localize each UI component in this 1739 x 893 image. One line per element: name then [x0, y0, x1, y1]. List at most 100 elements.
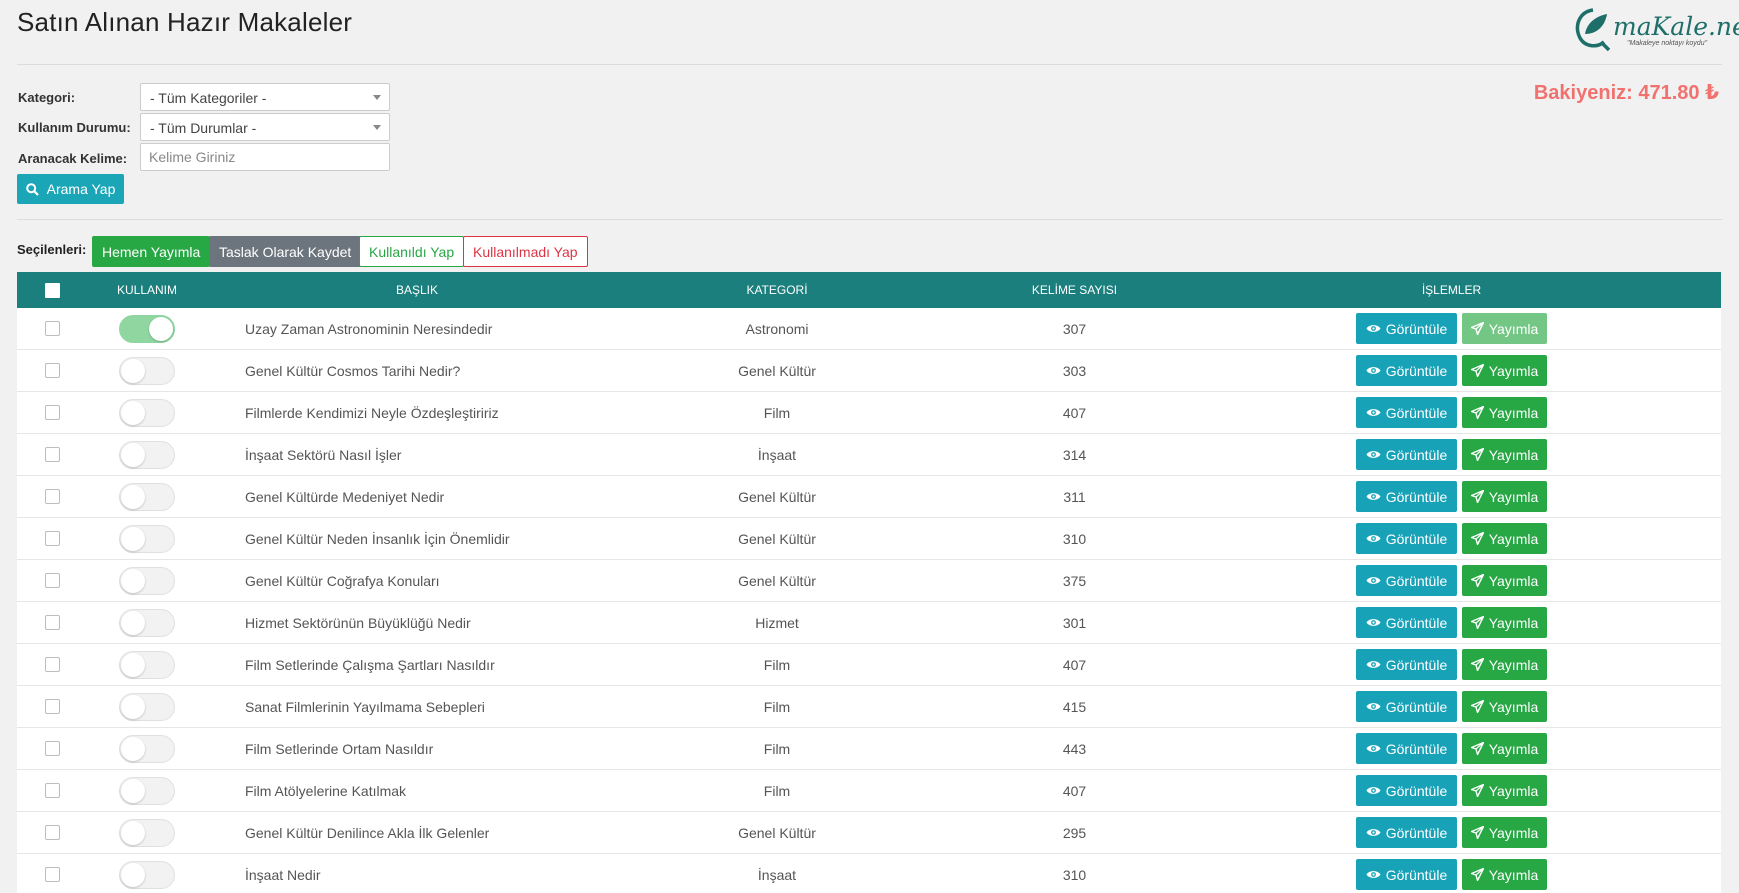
page-title: Satın Alınan Hazır Makaleler	[17, 7, 353, 37]
view-button[interactable]: Görüntüle	[1356, 649, 1457, 680]
publish-button-label: Yayımla	[1488, 446, 1539, 463]
view-button-label: Görüntüle	[1385, 866, 1448, 883]
row-checkbox[interactable]	[44, 447, 60, 462]
chevron-down-icon	[373, 125, 381, 130]
article-category: Astronomi	[745, 320, 809, 337]
article-category: Genel Kültür	[738, 572, 816, 589]
view-button[interactable]: Görüntüle	[1356, 313, 1457, 344]
publish-button[interactable]: Yayımla	[1462, 691, 1547, 722]
publish-button[interactable]: Yayımla	[1462, 733, 1547, 764]
row-checkbox[interactable]	[44, 825, 60, 840]
usage-toggle[interactable]	[119, 650, 175, 679]
row-checkbox[interactable]	[44, 489, 60, 504]
publish-button[interactable]: Yayımla	[1462, 607, 1547, 638]
publish-now-button[interactable]: Hemen Yayımla	[92, 236, 211, 267]
publish-button[interactable]: Yayımla	[1462, 313, 1547, 344]
toggle-knob	[121, 484, 145, 509]
publish-button[interactable]: Yayımla	[1462, 649, 1547, 680]
eye-icon	[1366, 619, 1381, 626]
usage-toggle[interactable]	[119, 776, 175, 805]
row-checkbox[interactable]	[44, 615, 60, 630]
mark-unused-button[interactable]: Kullanılmadı Yap	[463, 236, 588, 267]
keyword-input[interactable]	[140, 143, 390, 171]
usage-toggle[interactable]	[119, 524, 175, 553]
view-button[interactable]: Görüntüle	[1356, 439, 1457, 470]
view-button-label: Görüntüle	[1385, 404, 1448, 421]
paper-plane-icon	[1470, 406, 1484, 419]
usage-toggle[interactable]	[119, 482, 175, 511]
table-row: Genel Kültür Neden İnsanlık İçin Önemlid…	[17, 518, 1721, 560]
mark-used-button[interactable]: Kullanıldı Yap	[359, 236, 465, 267]
view-button[interactable]: Görüntüle	[1356, 817, 1457, 848]
publish-button[interactable]: Yayımla	[1462, 439, 1547, 470]
row-checkbox[interactable]	[44, 321, 60, 336]
search-button[interactable]: Arama Yap	[17, 174, 124, 204]
eye-icon	[1366, 745, 1381, 752]
toggle-knob	[121, 862, 145, 887]
makale-logo[interactable]: maKale.net "Makaleye noktayı koydu"	[1571, 4, 1739, 56]
article-title: Genel Kültür Denilince Akla İlk Gelenler	[245, 824, 490, 841]
publish-button[interactable]: Yayımla	[1462, 859, 1547, 890]
view-button[interactable]: Görüntüle	[1356, 775, 1457, 806]
usage-toggle[interactable]	[119, 440, 175, 469]
view-button[interactable]: Görüntüle	[1356, 565, 1457, 596]
usage-toggle[interactable]	[119, 818, 175, 847]
row-checkbox[interactable]	[44, 657, 60, 672]
view-button[interactable]: Görüntüle	[1356, 733, 1457, 764]
select-all-checkbox[interactable]	[44, 282, 60, 298]
row-checkbox[interactable]	[44, 573, 60, 588]
logo-text: maKale.net	[1613, 12, 1739, 41]
publish-button[interactable]: Yayımla	[1462, 397, 1547, 428]
usage-toggle[interactable]	[119, 692, 175, 721]
table-row: Genel Kültür Cosmos Tarihi Nedir? Genel K…	[17, 350, 1721, 392]
usage-toggle[interactable]	[119, 356, 175, 385]
eye-icon	[1366, 493, 1381, 500]
usage-toggle[interactable]	[119, 314, 175, 343]
article-title: İnşaat Nedir	[245, 866, 321, 883]
row-checkbox[interactable]	[44, 867, 60, 882]
article-category: Film	[763, 404, 791, 421]
publish-button[interactable]: Yayımla	[1462, 523, 1547, 554]
row-checkbox[interactable]	[44, 363, 60, 378]
usage-select[interactable]: - Tüm Durumlar -	[140, 113, 390, 141]
header-word-count[interactable]: KELİME SAYISI	[927, 283, 1222, 297]
view-button[interactable]: Görüntüle	[1356, 607, 1457, 638]
publish-button[interactable]: Yayımla	[1462, 355, 1547, 386]
row-checkbox[interactable]	[44, 531, 60, 546]
view-button-label: Görüntüle	[1385, 446, 1448, 463]
publish-button-label: Yayımla	[1488, 824, 1539, 841]
category-label: Kategori:	[18, 90, 76, 105]
publish-button[interactable]: Yayımla	[1462, 481, 1547, 512]
view-button[interactable]: Görüntüle	[1356, 523, 1457, 554]
view-button[interactable]: Görüntüle	[1356, 397, 1457, 428]
usage-toggle[interactable]	[119, 734, 175, 763]
view-button[interactable]: Görüntüle	[1356, 481, 1457, 512]
usage-toggle[interactable]	[119, 566, 175, 595]
usage-toggle[interactable]	[119, 860, 175, 889]
row-checkbox[interactable]	[44, 783, 60, 798]
category-select-value: - Tüm Kategoriler -	[150, 90, 267, 106]
view-button[interactable]: Görüntüle	[1356, 355, 1457, 386]
paper-plane-icon	[1470, 448, 1484, 461]
header-category[interactable]: KATEGORİ	[627, 283, 927, 297]
view-button[interactable]: Görüntüle	[1356, 691, 1457, 722]
usage-toggle[interactable]	[119, 608, 175, 637]
view-button[interactable]: Görüntüle	[1356, 859, 1457, 890]
toggle-knob	[121, 736, 145, 761]
save-draft-button[interactable]: Taslak Olarak Kaydet	[209, 236, 362, 267]
publish-button-label: Yayımla	[1488, 866, 1539, 883]
table-header: KULLANIM BAŞLIK KATEGORİ KELİME SAYISI İ…	[17, 272, 1721, 308]
publish-button[interactable]: Yayımla	[1462, 775, 1547, 806]
row-checkbox[interactable]	[44, 741, 60, 756]
header-title[interactable]: BAŞLIK	[207, 283, 627, 297]
publish-button[interactable]: Yayımla	[1462, 565, 1547, 596]
header-usage[interactable]: KULLANIM	[87, 283, 207, 297]
category-select[interactable]: - Tüm Kategoriler -	[140, 83, 390, 111]
publish-button[interactable]: Yayımla	[1462, 817, 1547, 848]
row-checkbox[interactable]	[44, 699, 60, 714]
paper-plane-icon	[1470, 700, 1484, 713]
usage-toggle[interactable]	[119, 398, 175, 427]
article-word-count: 310	[1062, 530, 1087, 547]
view-button-label: Görüntüle	[1385, 488, 1448, 505]
row-checkbox[interactable]	[44, 405, 60, 420]
